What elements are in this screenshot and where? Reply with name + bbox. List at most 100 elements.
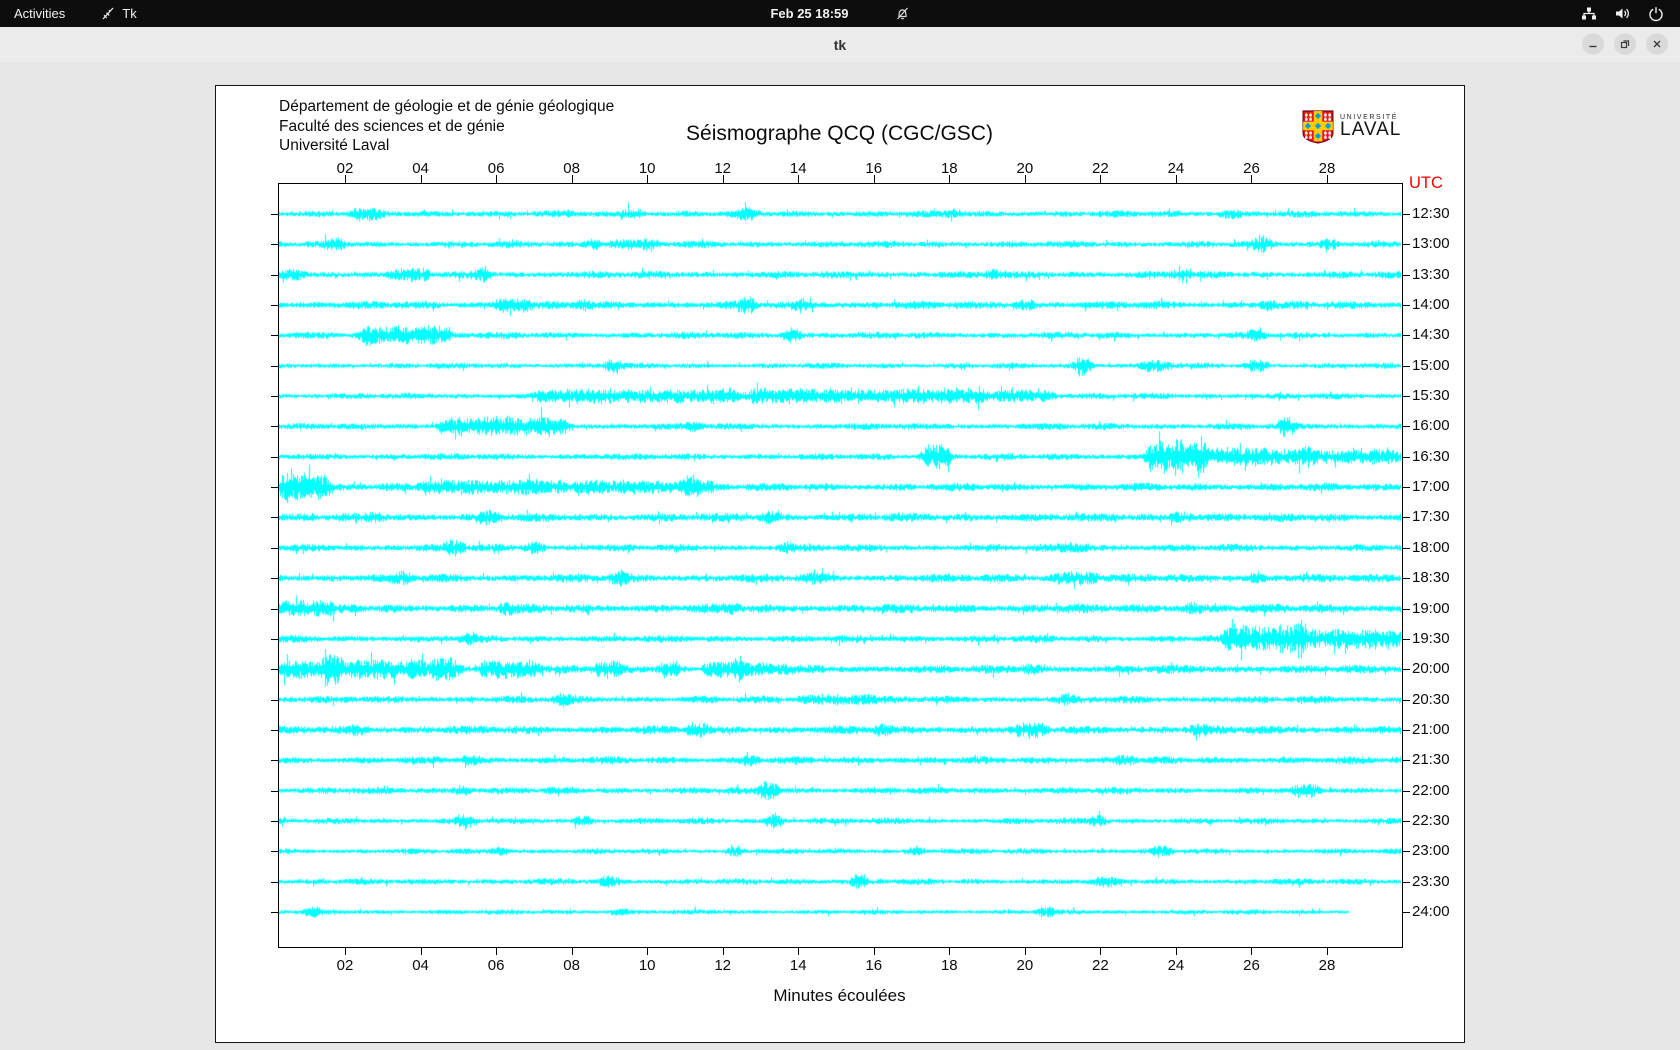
row-tick-left	[271, 487, 278, 488]
x-tick-mark-top	[949, 175, 950, 183]
x-tick-mark-top	[1176, 175, 1177, 183]
utc-time-label: 15:30	[1412, 388, 1462, 404]
utc-time-label: 20:30	[1412, 692, 1462, 708]
row-tick-right	[1402, 851, 1410, 852]
utc-time-label: 18:30	[1412, 570, 1462, 586]
row-tick-left	[271, 214, 278, 215]
row-tick-left	[271, 426, 278, 427]
utc-time-label: 15:00	[1412, 358, 1462, 374]
network-wired-icon	[1581, 6, 1597, 21]
page-title: Séismographe QCQ (CGC/GSC)	[278, 122, 1401, 146]
row-tick-left	[271, 366, 278, 367]
app-menu-button[interactable]: Tk	[101, 0, 136, 27]
row-tick-right	[1402, 396, 1410, 397]
row-tick-right	[1402, 275, 1410, 276]
x-tick-mark-bottom	[1100, 947, 1101, 955]
utc-label: UTC	[1409, 174, 1443, 193]
row-tick-right	[1402, 548, 1410, 549]
x-tick-label-bottom: 16	[856, 957, 892, 974]
row-tick-right	[1402, 669, 1410, 670]
x-tick-mark-top	[1025, 175, 1026, 183]
system-status-area[interactable]	[1565, 0, 1680, 27]
tk-window-content: Département de géologie et de génie géol…	[0, 62, 1680, 1050]
app-menu-label: Tk	[122, 6, 136, 21]
x-tick-label-bottom: 24	[1158, 957, 1194, 974]
x-tick-mark-top	[572, 175, 573, 183]
row-tick-left	[271, 882, 278, 883]
utc-time-label: 19:30	[1412, 631, 1462, 647]
x-tick-mark-top	[1327, 175, 1328, 183]
x-tick-mark-bottom	[496, 947, 497, 955]
window-titlebar: tk	[0, 27, 1680, 63]
x-tick-mark-bottom	[1025, 947, 1026, 955]
row-tick-left	[271, 548, 278, 549]
x-tick-mark-top	[345, 175, 346, 183]
x-tick-label-bottom: 22	[1082, 957, 1118, 974]
seismograph-frame: Département de géologie et de génie géol…	[215, 85, 1465, 1043]
x-tick-label-bottom: 02	[327, 957, 363, 974]
utc-time-label: 18:00	[1412, 540, 1462, 556]
utc-time-label: 22:00	[1412, 783, 1462, 799]
x-tick-label-bottom: 20	[1007, 957, 1043, 974]
row-tick-left	[271, 457, 278, 458]
row-tick-right	[1402, 366, 1410, 367]
utc-time-label: 22:30	[1412, 813, 1462, 829]
utc-time-label: 23:30	[1412, 874, 1462, 890]
row-tick-left	[271, 730, 278, 731]
row-tick-right	[1402, 244, 1410, 245]
row-tick-left	[271, 700, 278, 701]
power-icon	[1648, 6, 1664, 22]
x-tick-label-bottom: 04	[403, 957, 439, 974]
maximize-button[interactable]	[1614, 33, 1636, 55]
x-tick-mark-bottom	[1176, 947, 1177, 955]
x-tick-mark-top	[1100, 175, 1101, 183]
seismograph-canvas	[279, 184, 1401, 946]
close-button[interactable]	[1646, 33, 1668, 55]
x-tick-mark-bottom	[1251, 947, 1252, 955]
x-tick-label-bottom: 12	[705, 957, 741, 974]
x-tick-mark-bottom	[949, 947, 950, 955]
row-tick-left	[271, 609, 278, 610]
x-tick-mark-bottom	[572, 947, 573, 955]
utc-time-label: 19:00	[1412, 601, 1462, 617]
row-tick-left	[271, 821, 278, 822]
row-tick-right	[1402, 882, 1410, 883]
utc-time-label: 24:00	[1412, 904, 1462, 920]
row-tick-left	[271, 578, 278, 579]
utc-time-label: 16:00	[1412, 418, 1462, 434]
x-tick-mark-bottom	[345, 947, 346, 955]
utc-time-label: 21:00	[1412, 722, 1462, 738]
utc-time-label: 16:30	[1412, 449, 1462, 465]
row-tick-right	[1402, 760, 1410, 761]
row-tick-right	[1402, 457, 1410, 458]
row-tick-left	[271, 760, 278, 761]
utc-time-label: 13:00	[1412, 236, 1462, 252]
row-tick-right	[1402, 335, 1410, 336]
row-tick-right	[1402, 305, 1410, 306]
x-tick-label-bottom: 18	[931, 957, 967, 974]
row-tick-right	[1402, 517, 1410, 518]
x-tick-label-bottom: 28	[1309, 957, 1345, 974]
activities-button[interactable]: Activities	[0, 0, 79, 27]
row-tick-left	[271, 244, 278, 245]
row-tick-right	[1402, 639, 1410, 640]
row-tick-left	[271, 517, 278, 518]
minimize-button[interactable]	[1582, 33, 1604, 55]
x-axis-label: Minutes écoulées	[278, 986, 1401, 1006]
utc-time-label: 23:00	[1412, 843, 1462, 859]
x-tick-mark-top	[798, 175, 799, 183]
utc-time-label: 17:30	[1412, 509, 1462, 525]
row-tick-right	[1402, 700, 1410, 701]
row-tick-left	[271, 305, 278, 306]
utc-time-label: 17:00	[1412, 479, 1462, 495]
x-tick-mark-top	[496, 175, 497, 183]
clock-label[interactable]: Feb 25 18:59	[770, 6, 848, 21]
row-tick-right	[1402, 609, 1410, 610]
x-tick-mark-bottom	[647, 947, 648, 955]
bell-slash-icon	[895, 6, 910, 21]
row-tick-left	[271, 396, 278, 397]
row-tick-right	[1402, 912, 1410, 913]
x-tick-label-bottom: 06	[478, 957, 514, 974]
row-tick-right	[1402, 791, 1410, 792]
row-tick-left	[271, 669, 278, 670]
